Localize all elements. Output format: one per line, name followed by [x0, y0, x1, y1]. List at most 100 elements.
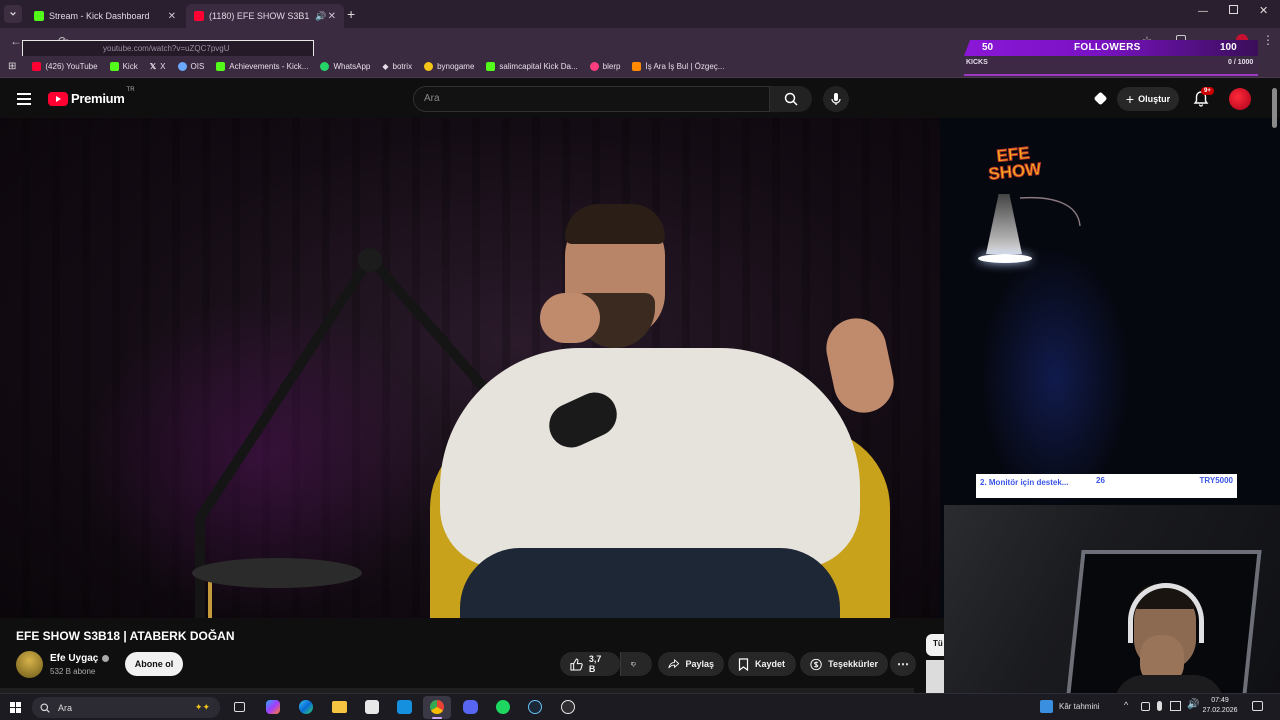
thumbs-down-icon — [631, 661, 636, 667]
more-actions-button[interactable]: ⋯ — [890, 652, 916, 676]
chevron-down-icon — [10, 11, 16, 16]
close-window-icon[interactable]: ✕ — [1259, 4, 1268, 17]
spotify-icon[interactable] — [496, 700, 510, 714]
start-button[interactable] — [10, 702, 21, 713]
followers-current: 50 — [982, 42, 994, 53]
bookmark-achievements[interactable]: Achievements - Kick... — [216, 62, 308, 71]
maximize-icon[interactable] — [1229, 5, 1238, 14]
bookmark-label: WhatsApp — [333, 62, 371, 71]
lamp-cable — [1020, 196, 1081, 227]
volume-icon[interactable]: 🔊 — [1187, 699, 1199, 710]
bookmark-blerp[interactable]: blerp — [589, 62, 620, 71]
obs-icon[interactable] — [561, 700, 575, 714]
file-explorer-icon[interactable] — [332, 701, 347, 713]
bookmark-kick[interactable]: Kick — [109, 62, 138, 71]
account-avatar[interactable] — [1229, 88, 1251, 110]
save-button[interactable]: Kaydet — [728, 652, 796, 676]
tray-chevron-icon[interactable]: ^ — [1124, 700, 1128, 710]
chrome-taskbar-item[interactable] — [423, 696, 451, 719]
webcam-overlay — [944, 505, 1280, 695]
clock-time: 07:49 — [1211, 697, 1229, 704]
hamburger-menu-icon[interactable] — [17, 93, 31, 105]
bookmark-salimcapital[interactable]: salimcapital Kick Da... — [486, 62, 578, 71]
bookmark-label: X — [160, 62, 166, 71]
side-table — [192, 558, 362, 588]
youtube-header: Premium TR Ara + Oluştur 9+ — [0, 80, 1280, 118]
bookmark-botrix[interactable]: ◆ botrix — [382, 62, 412, 71]
subscribe-label: Abone ol — [134, 659, 174, 669]
notifications-button[interactable]: 9+ — [1193, 87, 1214, 112]
category-chip[interactable]: Tü — [926, 634, 944, 656]
donation-goal-bar: 2. Monitör için destek... 26 TRY5000 — [976, 474, 1237, 498]
copilot-icon[interactable] — [266, 700, 280, 714]
bookmark-isara[interactable]: İş Ara İş Bul | Özgeç... — [632, 62, 724, 71]
youtube-logo[interactable]: Premium TR — [48, 87, 135, 106]
edge-icon[interactable] — [299, 700, 313, 714]
new-tab-button[interactable]: + — [347, 6, 355, 22]
tab-kick-dashboard[interactable]: Stream - Kick Dashboard ✕ — [26, 4, 184, 28]
bookmark-label: İş Ara İş Bul | Özgeç... — [645, 62, 725, 71]
url-field[interactable]: youtube.com/watch?v=uZQC7pvgU — [22, 40, 314, 57]
clock[interactable]: 07:49 27.02.2026 — [1202, 696, 1238, 716]
search-button[interactable] — [770, 86, 812, 112]
kick-icon — [216, 62, 226, 71]
apps-grid-icon[interactable]: ⊞ — [8, 61, 16, 72]
more-dots-icon: ⋯ — [897, 657, 909, 671]
bookmark-x[interactable]: 𝕏X — [150, 62, 166, 71]
windows-logo-icon — [10, 702, 15, 707]
url-text: youtube.com/watch?v=uZQC7pvgU — [103, 44, 230, 53]
bookmark-label: Kick — [122, 62, 138, 71]
extension-icon[interactable] — [1093, 91, 1108, 106]
guest-legs — [460, 548, 840, 618]
browser-tab-bar: Stream - Kick Dashboard ✕ (1180) EFE SHO… — [0, 0, 1280, 28]
bookmark-whatsapp[interactable]: WhatsApp — [320, 62, 370, 71]
create-button[interactable]: + Oluştur — [1117, 87, 1179, 111]
close-tab-icon[interactable]: ✕ — [328, 11, 336, 22]
search-input[interactable]: Ara — [413, 86, 770, 112]
minimize-icon[interactable]: — — [1198, 6, 1208, 17]
thanks-button[interactable]: Teşekkürler — [800, 652, 888, 676]
channel-avatar[interactable] — [16, 651, 43, 678]
windows-taskbar: Ara ✦✦ Kâr tahmini ^ 🔊 07:49 27.02.2026 — [0, 693, 1280, 720]
botrix-icon: ◆ — [382, 62, 389, 71]
bookmark-label: Achievements - Kick... — [229, 62, 309, 71]
guest-hair — [565, 204, 665, 244]
task-view-icon[interactable] — [234, 702, 245, 712]
bookmark-bynogame[interactable]: bynogame — [424, 62, 474, 71]
like-count: 3,7 B — [588, 654, 602, 674]
discord-icon[interactable] — [463, 700, 478, 714]
video-player[interactable] — [0, 118, 940, 618]
clock-date: 27.02.2026 — [1202, 707, 1238, 714]
tab-list-button[interactable] — [4, 5, 22, 23]
page-scrollbar[interactable] — [1272, 88, 1277, 128]
donation-text: 2. Monitör için destek... — [980, 478, 1069, 487]
menu-dots-icon[interactable]: ⋮ — [1262, 33, 1274, 47]
taskbar-search[interactable]: Ara ✦✦ — [32, 697, 220, 718]
dislike-button[interactable] — [620, 652, 652, 676]
microphone-tray-icon[interactable] — [1157, 701, 1162, 711]
channel-name[interactable]: Efe Uygaç — [50, 653, 110, 664]
chrome-icon — [430, 700, 444, 714]
subscribe-button[interactable]: Abone ol — [125, 652, 183, 676]
weather-widget[interactable]: Kâr tahmini — [1040, 700, 1099, 713]
back-icon[interactable]: ← — [10, 34, 22, 48]
bookmark-icon — [738, 657, 749, 671]
close-tab-icon[interactable]: ✕ — [168, 11, 176, 22]
bookmark-ois[interactable]: OIS — [177, 62, 204, 71]
outlook-icon[interactable] — [397, 700, 412, 714]
share-button[interactable]: Paylaş — [658, 652, 724, 676]
streamer-body — [1114, 675, 1224, 695]
speaker-icon[interactable]: 🔊 — [315, 11, 326, 22]
active-indicator — [432, 717, 442, 719]
network-icon[interactable] — [1170, 701, 1181, 711]
notification-center-icon[interactable] — [1252, 701, 1263, 711]
bookmark-youtube[interactable]: (426) YouTube — [32, 62, 98, 71]
voice-search-button[interactable] — [823, 86, 849, 112]
steam-icon[interactable] — [528, 700, 542, 714]
store-icon[interactable] — [365, 700, 379, 714]
blue-light-glow — [980, 248, 1130, 508]
youtube-play-icon — [48, 91, 68, 106]
tab-youtube-video[interactable]: (1180) EFE SHOW S3B18 | A 🔊 ✕ — [186, 4, 344, 28]
like-button[interactable]: 3,7 B — [560, 652, 620, 676]
tray-app-icon[interactable] — [1141, 702, 1150, 711]
